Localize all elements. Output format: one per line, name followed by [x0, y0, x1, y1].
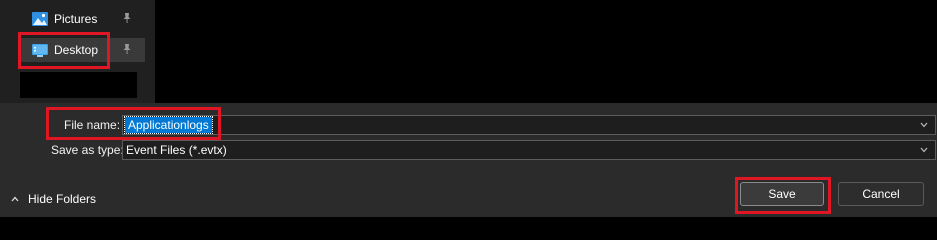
save-as-type-select[interactable]: Event Files (*.evtx) — [122, 140, 936, 160]
pin-icon[interactable] — [121, 43, 133, 55]
file-name-label: File name: — [64, 118, 121, 132]
save-button[interactable]: Save — [740, 182, 824, 206]
pin-icon[interactable] — [121, 12, 133, 24]
nav-item-label: Desktop — [54, 43, 99, 57]
save-as-type-label: Save as type: — [51, 143, 124, 157]
save-dialog-form: File name: Applicationlogs Save as type:… — [0, 103, 937, 217]
cancel-button[interactable]: Cancel — [838, 182, 924, 206]
chevron-down-icon[interactable] — [919, 145, 929, 155]
navigation-pane: Pictures Desktop — [0, 0, 155, 103]
file-name-input[interactable]: Applicationlogs — [122, 115, 936, 135]
desktop-icon — [32, 44, 48, 57]
nav-item-pictures[interactable]: Pictures — [20, 7, 145, 31]
file-name-value[interactable]: Applicationlogs — [124, 116, 213, 134]
save-as-type-value: Event Files (*.evtx) — [126, 143, 227, 157]
hide-folders-label: Hide Folders — [28, 192, 97, 206]
hide-folders-toggle[interactable]: Hide Folders — [10, 191, 96, 207]
pictures-icon — [32, 12, 48, 26]
nav-item-desktop[interactable]: Desktop — [20, 38, 145, 62]
nav-blank-item — [20, 72, 137, 98]
nav-item-label: Pictures — [54, 12, 98, 26]
chevron-up-icon — [11, 196, 19, 202]
chevron-down-icon[interactable] — [919, 120, 929, 130]
